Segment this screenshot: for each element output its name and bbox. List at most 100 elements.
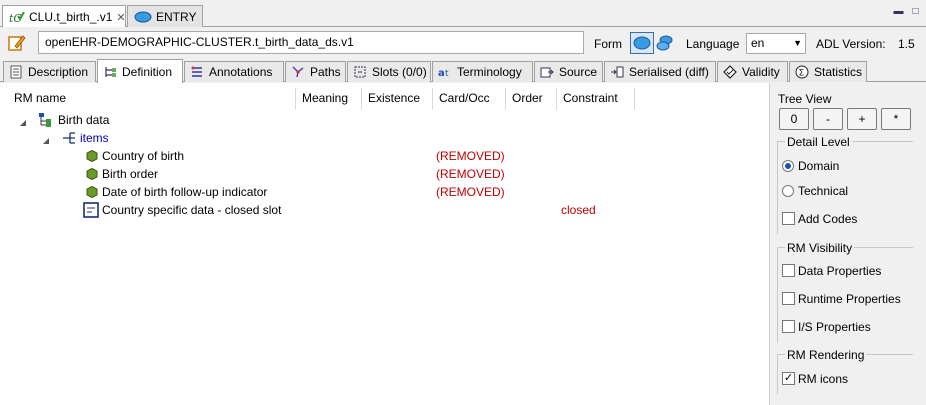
detail-level-label: Detail Level — [785, 135, 852, 149]
editor-tab-label: ENTRY — [156, 9, 197, 24]
svg-text:a: a — [438, 68, 445, 79]
tree-root-label[interactable]: Birth data — [58, 113, 109, 127]
add-codes-checkbox[interactable] — [782, 212, 795, 225]
domain-radio[interactable] — [782, 160, 794, 172]
adl-version-value: 1.5 — [898, 37, 915, 51]
minimize-icon[interactable]: ▬ — [893, 6, 904, 17]
tab-validity[interactable]: Validity — [717, 61, 788, 82]
cluster-icon — [38, 112, 54, 128]
element-icon — [86, 149, 98, 163]
tree-row-name[interactable]: Country of birth — [102, 149, 184, 163]
tab-label: Terminology — [457, 65, 522, 79]
technical-label[interactable]: Technical — [798, 184, 848, 198]
tree-row-name[interactable]: Country specific data - closed slot — [102, 203, 281, 217]
column-header-constraint[interactable]: Constraint — [557, 88, 635, 110]
rm-rendering-label: RM Rendering — [785, 348, 867, 362]
rm-icons-label[interactable]: RM icons — [798, 372, 848, 386]
tab-source[interactable]: Source — [534, 61, 603, 82]
tab-label: Annotations — [209, 65, 273, 79]
tab-label: Paths — [310, 65, 341, 79]
language-value: en — [751, 36, 765, 50]
tree-items-label[interactable]: items — [80, 131, 109, 145]
editor-tab-entry[interactable]: ENTRY — [127, 5, 203, 27]
runtime-properties-label[interactable]: Runtime Properties — [798, 292, 901, 306]
column-header-meaning[interactable]: Meaning — [296, 88, 362, 110]
language-select[interactable]: en ▼ — [746, 33, 806, 54]
collapse-arrow-icon[interactable] — [42, 134, 50, 144]
tab-description[interactable]: Description — [3, 61, 96, 82]
tree-view-collapse-all-button[interactable]: 0 — [779, 108, 809, 130]
annotations-icon — [190, 65, 204, 79]
description-icon — [9, 65, 23, 79]
element-icon — [86, 167, 98, 181]
terminology-icon: at — [438, 65, 452, 79]
tree-row-name[interactable]: Date of birth follow-up indicator — [102, 185, 267, 199]
domain-label[interactable]: Domain — [798, 159, 839, 173]
tree-row-constraint: closed — [561, 203, 596, 217]
edit-icon[interactable] — [8, 34, 26, 52]
tab-label: Description — [28, 65, 89, 79]
archetype-id-field[interactable]: openEHR-DEMOGRAPHIC-CLUSTER.t_birth_data… — [38, 31, 584, 54]
items-attribute-icon — [62, 130, 78, 146]
rm-icons-checkbox[interactable]: ✓ — [782, 372, 795, 385]
entry-icon — [134, 10, 152, 24]
slot-icon — [83, 202, 99, 218]
technical-radio[interactable] — [782, 185, 794, 197]
tab-label: Definition — [122, 64, 173, 79]
tree-view-collapse-button[interactable]: - — [813, 108, 843, 130]
chevron-down-icon: ▼ — [793, 38, 802, 48]
is-properties-checkbox[interactable] — [782, 320, 795, 333]
svg-text:t: t — [445, 69, 449, 79]
column-header-existence[interactable]: Existence — [362, 88, 433, 110]
source-icon — [540, 65, 554, 79]
definition-icon — [103, 65, 117, 79]
svg-text:Σ: Σ — [799, 69, 805, 79]
data-properties-label[interactable]: Data Properties — [798, 264, 881, 278]
collapse-arrow-icon[interactable] — [19, 116, 27, 126]
template-icon: tC — [9, 9, 25, 25]
tab-annotations[interactable]: Annotations — [184, 61, 284, 82]
element-icon — [86, 185, 98, 199]
close-icon[interactable]: ✕ — [116, 11, 125, 24]
data-properties-checkbox[interactable] — [782, 264, 795, 277]
tab-definition[interactable]: Definition — [97, 59, 183, 83]
tree-row-name[interactable]: Birth order — [102, 167, 158, 181]
definition-panel — [0, 83, 770, 405]
tree-view-label: Tree View — [778, 92, 832, 106]
runtime-properties-checkbox[interactable] — [782, 292, 795, 305]
column-header-order[interactable]: Order — [506, 88, 557, 110]
form-tree-icon[interactable] — [656, 34, 674, 52]
tab-serialised[interactable]: Serialised (diff) — [604, 61, 716, 82]
tree-view-expand-all-button[interactable]: * — [881, 108, 911, 130]
tab-statistics[interactable]: Σ Statistics — [789, 61, 867, 82]
tree-view-expand-button[interactable]: + — [847, 108, 877, 130]
form-label: Form — [594, 37, 622, 51]
column-header-rm-name[interactable]: RM name — [8, 88, 296, 110]
tab-slots[interactable]: Slots (0/0) — [347, 61, 431, 82]
tab-label: Source — [559, 65, 598, 79]
language-label: Language — [686, 37, 740, 51]
serialised-icon — [610, 65, 624, 79]
add-codes-label[interactable]: Add Codes — [798, 212, 857, 226]
group-border — [777, 247, 778, 343]
validity-icon — [723, 65, 737, 79]
tab-label: Slots (0/0) — [372, 65, 427, 79]
maximize-icon[interactable]: □ — [910, 6, 921, 17]
is-properties-label[interactable]: I/S Properties — [798, 320, 871, 334]
column-header-card-occ[interactable]: Card/Occ — [433, 88, 506, 110]
paths-icon — [291, 65, 305, 79]
tab-paths[interactable]: Paths — [285, 61, 346, 82]
tab-label: Serialised (diff) — [629, 65, 709, 79]
tab-label: Validity — [742, 65, 780, 79]
editor-tab-label: CLU.t_birth_.v1 — [29, 10, 113, 24]
editor-tab-clu[interactable]: tC CLU.t_birth_.v1 ✕ — [2, 5, 126, 28]
group-border — [777, 354, 778, 394]
rm-visibility-label: RM Visibility — [785, 241, 855, 255]
tab-label: Statistics — [814, 65, 863, 79]
statistics-icon: Σ — [795, 65, 809, 79]
tab-terminology[interactable]: at Terminology — [432, 61, 533, 82]
slots-icon — [353, 65, 367, 79]
adl-version-label: ADL Version: — [816, 37, 886, 51]
tree-row-card-occ: (REMOVED) — [436, 185, 505, 199]
form-toggle-button[interactable] — [630, 32, 654, 54]
